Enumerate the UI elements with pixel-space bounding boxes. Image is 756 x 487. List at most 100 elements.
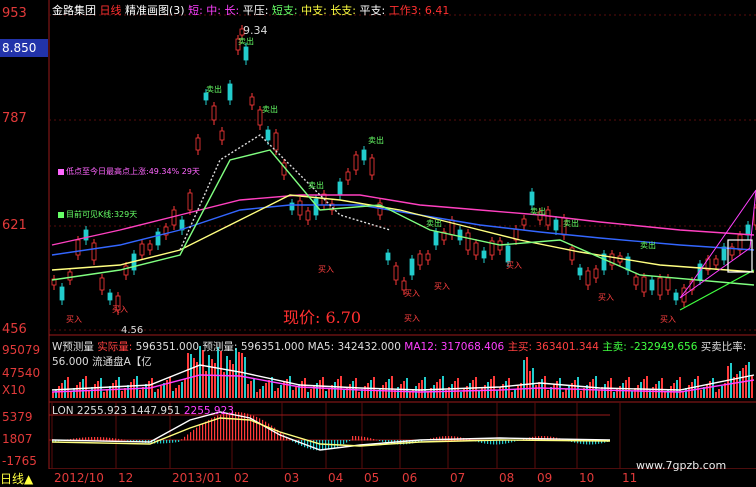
volume-bar xyxy=(739,371,741,398)
volume-bar xyxy=(376,391,378,398)
lon-bar xyxy=(121,439,123,441)
candle-body xyxy=(665,277,671,291)
volume-bar xyxy=(721,386,723,398)
info-item: MA5: xyxy=(307,341,338,353)
volume-bar xyxy=(160,386,162,398)
candle-body xyxy=(289,202,295,211)
volume-bar xyxy=(256,392,258,398)
lon-bar xyxy=(118,438,120,441)
indicator-item: 中支: xyxy=(301,4,331,17)
volume-bar xyxy=(157,389,159,398)
lon-bar xyxy=(349,440,351,442)
lon-bar xyxy=(319,440,321,451)
sell-signal-label: 卖出 xyxy=(530,206,546,216)
volume-bar xyxy=(442,376,444,398)
price-axis-label: 787 xyxy=(2,111,27,126)
lon-axis-label: -1765 xyxy=(2,454,37,468)
volume-bar xyxy=(130,382,132,398)
volume-bar xyxy=(694,379,696,398)
volume-bar xyxy=(580,391,582,398)
volume-bar xyxy=(385,382,387,398)
indicator-item: 短: xyxy=(188,4,207,17)
candle-body xyxy=(107,292,113,301)
lon-bar xyxy=(88,437,90,441)
volume-bar xyxy=(508,378,510,398)
current-price-text: 现价: 6.70 xyxy=(283,308,362,327)
watermark-text: www.7gpzb.com xyxy=(636,459,727,472)
lon-bar xyxy=(346,440,348,443)
indicator-item: 6.41 xyxy=(424,4,450,17)
lon-bar xyxy=(355,436,357,441)
indicator-item: 长: xyxy=(224,4,243,17)
lon-bar xyxy=(100,437,102,441)
volume-axis-label: 47540 xyxy=(2,366,41,380)
lon-bar xyxy=(262,419,264,441)
volume-bar xyxy=(478,391,480,398)
date-tick-label: 11 xyxy=(622,471,638,485)
volume-bar xyxy=(253,378,255,398)
volume-bar xyxy=(61,383,63,398)
volume-bar xyxy=(592,379,594,398)
date-tick-label: 03 xyxy=(284,471,300,485)
volume-bar xyxy=(700,390,702,398)
volume-bar xyxy=(139,390,141,398)
candle-body xyxy=(369,157,375,176)
volume-bar xyxy=(613,392,615,398)
lon-bar xyxy=(256,416,258,441)
indicator-title-bar: 金路集团 日线 精准画图(3) 短: 中: 长: 平压: 短支: 中支: 长支:… xyxy=(52,2,449,18)
volume-bar xyxy=(751,376,753,398)
candle-body xyxy=(649,279,655,291)
sell-signal-label: 卖出 xyxy=(368,135,384,145)
lon-bar xyxy=(379,440,381,442)
candle-body xyxy=(195,137,201,151)
candle-body xyxy=(473,242,479,256)
lon-bar xyxy=(343,440,345,445)
candle-body xyxy=(393,265,399,281)
date-tick-label: 05 xyxy=(364,471,380,485)
volume-bar xyxy=(598,390,600,398)
lon-bar xyxy=(358,436,360,441)
candle-body xyxy=(433,231,439,246)
pink-square-icon xyxy=(58,168,64,175)
candle-body xyxy=(673,292,679,301)
sell-signal-label: 卖出 xyxy=(640,240,656,250)
volume-bar xyxy=(424,377,426,398)
volume-bar xyxy=(265,383,267,398)
volume-bar xyxy=(568,386,570,398)
volume-bar xyxy=(538,382,540,398)
visible-bars-legend: 目前可见K线:329天 xyxy=(58,209,137,220)
candle-body xyxy=(99,277,105,291)
candle-body xyxy=(553,219,559,231)
low-price-label: 4.56 xyxy=(121,325,144,336)
lon-bar xyxy=(364,436,366,441)
volume-bar xyxy=(295,387,297,398)
visible-bars-text: 目前可见K线:329天 xyxy=(66,210,138,219)
lon-axis-label: 1807 xyxy=(2,432,33,446)
candle-body xyxy=(713,258,719,266)
buy-signal-label: 买入 xyxy=(660,315,676,324)
volume-bar xyxy=(733,377,735,398)
volume-bar xyxy=(67,377,69,398)
candle-body xyxy=(361,149,367,161)
volume-bar xyxy=(742,368,744,398)
candle-body xyxy=(297,200,303,216)
volume-bar xyxy=(349,384,351,398)
date-tick-label: 06 xyxy=(402,471,418,485)
lon-bar xyxy=(181,439,183,441)
candle-body xyxy=(353,154,359,171)
volume-bar xyxy=(496,390,498,398)
volume-bar xyxy=(334,382,336,398)
volume-bar xyxy=(250,381,252,398)
lon-bar xyxy=(112,438,114,441)
period-label: 日线 xyxy=(99,4,122,17)
lon-axis-label: 5379 xyxy=(2,410,33,424)
indicator-item: 长支: xyxy=(330,4,360,17)
buy-signal-label: 买入 xyxy=(112,305,128,314)
lon-bar xyxy=(94,437,96,441)
lon-bar xyxy=(361,436,363,441)
lon-bar xyxy=(127,440,129,441)
period-toggle-button[interactable]: 日线▲ xyxy=(0,470,34,487)
volume-bar xyxy=(271,377,273,398)
volume-bar xyxy=(421,380,423,398)
stock-name: 金路集团 xyxy=(52,4,96,17)
